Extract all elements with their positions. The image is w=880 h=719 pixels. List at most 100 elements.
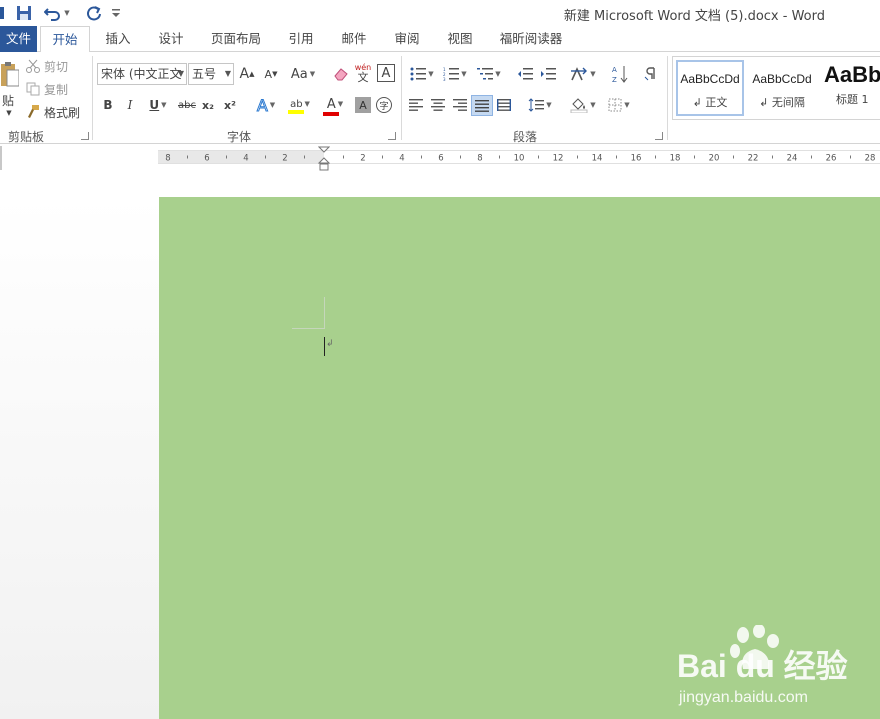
phonetic-guide-button[interactable]: wén 文 [354, 62, 372, 84]
line-spacing-button[interactable]: ▼ [525, 96, 555, 114]
scissors-icon [26, 59, 42, 73]
style-heading-1[interactable]: AaBb 标题 1 [820, 60, 880, 116]
svg-text:Z: Z [612, 76, 617, 84]
line-spacing-icon [528, 98, 545, 112]
tab-review[interactable]: 审阅 [384, 26, 430, 52]
document-page[interactable]: ↲ Bai du 经验 jingyan.baidu.com [159, 197, 880, 719]
justify-icon[interactable] [471, 95, 493, 116]
align-left-icon[interactable] [407, 96, 425, 114]
ruler-ticks: 8 6 4 2 2 4 6 8 10 12 14 16 18 20 22 24 26 28 [165, 154, 876, 164]
copy-button[interactable]: 复制 [26, 79, 76, 99]
underline-button[interactable]: U ▼ [143, 96, 173, 114]
highlight-button[interactable]: ab ▼ [284, 95, 316, 117]
sort-icon[interactable]: AZ [610, 62, 630, 86]
text-effects-button[interactable]: A ▼ [251, 95, 281, 115]
shading-button[interactable]: ▼ [567, 95, 599, 115]
style-normal[interactable]: AaBbCcDd ↲ 正文 [676, 60, 744, 116]
paste-dropdown-icon[interactable]: ▼ [4, 108, 14, 118]
borders-button[interactable]: ▼ [604, 95, 634, 115]
cut-label: 剪切 [44, 59, 69, 74]
paragraph-dialog-launcher-icon[interactable] [655, 132, 663, 140]
ruler-number: 6 [438, 154, 443, 164]
style-no-spacing-preview: AaBbCcDd [752, 72, 812, 86]
shrink-font-button[interactable]: A ▼ [262, 64, 280, 84]
character-shading-button[interactable]: A [355, 97, 371, 113]
redo-icon[interactable] [84, 4, 104, 22]
align-right-icon[interactable] [451, 96, 469, 114]
paint-bucket-icon [570, 98, 588, 113]
clear-formatting-button[interactable] [332, 64, 350, 84]
indent-marker-icon[interactable] [317, 146, 331, 172]
ruler-number: 18 [670, 154, 681, 164]
font-dialog-launcher-icon[interactable] [388, 132, 396, 140]
strikethrough-button[interactable]: abc [176, 96, 198, 114]
tab-insert[interactable]: 插入 [95, 26, 141, 52]
increase-indent-icon[interactable] [538, 64, 558, 84]
subscript-button[interactable]: x₂ [199, 96, 217, 114]
clipboard-dialog-launcher-icon[interactable] [81, 132, 89, 140]
paste-label[interactable]: 贴 [0, 92, 16, 108]
font-size-combo[interactable]: 五号 ▼ [188, 63, 234, 85]
margin-corner-mark-vertical [324, 297, 325, 329]
decrease-indent-icon[interactable] [515, 64, 535, 84]
group-label-clipboard: 剪贴板 [7, 130, 44, 144]
bullets-icon [410, 67, 427, 81]
distributed-align-icon[interactable] [495, 96, 513, 114]
ruler-number: 16 [631, 154, 642, 164]
ruler-number: 2 [282, 154, 287, 164]
format-painter-button[interactable]: 格式刷 [26, 102, 86, 122]
tab-home[interactable]: 开始 [40, 26, 90, 53]
tab-references[interactable]: 引用 [278, 26, 324, 52]
paste-icon[interactable] [0, 56, 20, 94]
multilevel-list-button[interactable]: ▼ [474, 64, 504, 84]
ruler-number: 14 [592, 154, 603, 164]
tab-design[interactable]: 设计 [148, 26, 194, 52]
show-paragraph-marks-icon[interactable] [642, 64, 660, 84]
tab-mailings[interactable]: 邮件 [331, 26, 377, 52]
align-center-icon[interactable] [429, 96, 447, 114]
tab-view[interactable]: 视图 [437, 26, 483, 52]
bold-button[interactable]: B [100, 96, 116, 114]
undo-icon[interactable]: ▼ [42, 4, 72, 22]
numbering-button[interactable]: 1 2 3 ▼ [440, 64, 470, 84]
style-heading-1-name: 标题 1 [836, 93, 869, 106]
enclose-characters-button[interactable]: 字 [376, 97, 392, 113]
font-size-value: 五号 [192, 67, 217, 81]
document-left-margin [0, 197, 159, 719]
tab-foxit-reader[interactable]: 福昕阅读器 [493, 26, 569, 52]
app-icon [0, 4, 6, 22]
font-name-combo[interactable]: 宋体 (中文正文 ▼ [97, 63, 187, 85]
group-separator [92, 56, 93, 140]
grow-font-button[interactable]: A ▲ [238, 64, 256, 84]
ruler-number: 26 [826, 154, 837, 164]
ruler-number: 6 [204, 154, 209, 164]
ruler-number: 24 [787, 154, 798, 164]
ribbon: 贴 ▼ 剪切 复制 格式刷 剪贴板 宋体 (中文正文 ▼ 五号 ▼ A ▲ A ▼ … [0, 52, 880, 144]
copy-icon [26, 82, 42, 96]
chinese-layout-icon [571, 67, 588, 81]
superscript-button[interactable]: x² [221, 96, 239, 114]
tab-page-layout[interactable]: 页面布局 [203, 26, 269, 52]
font-color-bar [323, 111, 339, 116]
cut-button[interactable]: 剪切 [26, 56, 76, 76]
italic-button[interactable]: I [122, 96, 138, 114]
save-icon[interactable] [14, 4, 34, 22]
bullets-button[interactable]: ▼ [407, 64, 437, 84]
style-no-spacing-name: ↲ 无间隔 [759, 96, 805, 109]
ruler-number: 28 [865, 154, 876, 164]
title-bar: ▼ 新建 Microsoft Word 文档 (5).docx - Word [0, 0, 880, 26]
chinese-layout-button[interactable]: ▼ [567, 64, 599, 84]
style-no-spacing[interactable]: AaBbCcDd ↲ 无间隔 [748, 60, 816, 116]
phonetic-char: 文 [357, 70, 369, 84]
ribbon-tabs: 文件 开始 插入 设计 页面布局 引用 邮件 审阅 视图 福昕阅读器 [0, 26, 880, 53]
horizontal-ruler[interactable]: 8 6 4 2 2 4 6 8 10 12 14 16 18 20 22 24 26 28 [158, 150, 880, 164]
character-border-button[interactable]: A [377, 64, 395, 82]
font-color-button[interactable]: A ▼ [319, 95, 351, 117]
change-case-button[interactable]: Aa ▼ [288, 64, 318, 84]
tab-file[interactable]: 文件 [0, 26, 37, 52]
numbering-icon: 123 [443, 67, 460, 81]
customize-qat-icon[interactable] [110, 4, 122, 22]
font-size-dropdown-icon[interactable]: ▼ [225, 64, 231, 84]
paintbrush-icon [26, 105, 42, 119]
font-name-dropdown-icon[interactable]: ▼ [178, 64, 184, 84]
